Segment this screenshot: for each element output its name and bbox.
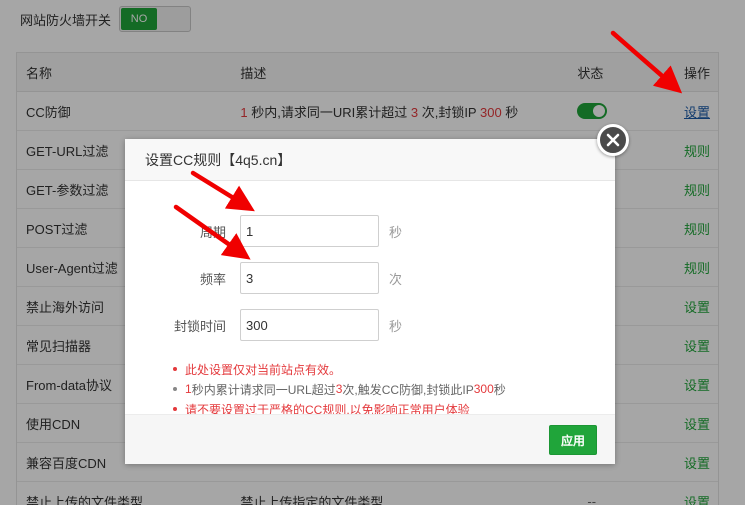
apply-button[interactable]: 应用 (549, 425, 597, 455)
block-time-input[interactable] (240, 309, 379, 341)
note-item: 1 秒内累计请求同一URL超过 3 次,触发CC防御,封锁此IP 300 秒 (173, 379, 506, 399)
period-unit: 秒 (389, 224, 403, 240)
frequency-label: 频率 (199, 271, 226, 287)
close-icon (606, 133, 620, 147)
period-label: 周期 (199, 224, 226, 240)
cc-rule-dialog: 设置CC规则【4q5.cn】 周期 秒 频率 次 封锁时间 秒 此处设置仅对当前… (125, 139, 615, 464)
frequency-row: 频率 次 (125, 262, 615, 294)
bullet-icon (173, 387, 177, 391)
dialog-title: 设置CC规则【4q5.cn】 (125, 139, 615, 181)
period-input[interactable] (240, 215, 379, 247)
note-item: 此处设置仅对当前站点有效。 (173, 359, 506, 379)
close-dialog-button[interactable] (597, 124, 629, 156)
dialog-footer: 应用 (125, 414, 615, 464)
block-time-row: 封锁时间 秒 (125, 309, 615, 341)
bullet-icon (173, 407, 177, 411)
frequency-unit: 次 (389, 271, 403, 287)
dialog-notes: 此处设置仅对当前站点有效。 1 秒内累计请求同一URL超过 3 次,触发CC防御… (173, 359, 506, 419)
period-row: 周期 秒 (125, 215, 615, 247)
frequency-input[interactable] (240, 262, 379, 294)
bullet-icon (173, 367, 177, 371)
block-time-unit: 秒 (389, 318, 403, 334)
block-time-label: 封锁时间 (173, 318, 226, 334)
